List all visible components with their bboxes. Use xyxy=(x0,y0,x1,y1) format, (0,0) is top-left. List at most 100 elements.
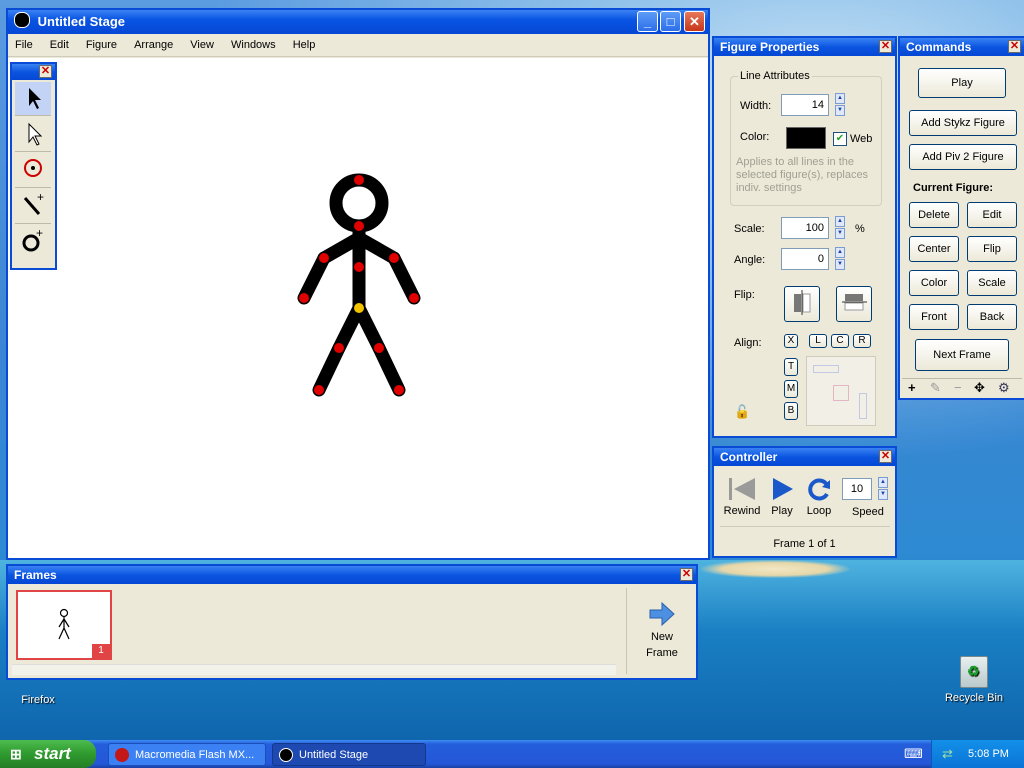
joint-right-hand xyxy=(409,293,419,303)
align-center-button[interactable]: C xyxy=(831,334,849,348)
tool-palette-titlebar[interactable]: ✕ xyxy=(12,64,55,80)
line-color-swatch[interactable] xyxy=(786,127,826,149)
frames-strip: 1 xyxy=(10,586,618,676)
menu-bar: File Edit Figure Arrange View Windows He… xyxy=(8,34,708,57)
recycle-bin-icon: ♻ xyxy=(960,656,988,688)
new-frame-label-2: Frame xyxy=(646,647,678,659)
menu-figure[interactable]: Figure xyxy=(79,39,124,51)
gear-icon[interactable]: ⚙ xyxy=(998,379,1010,397)
color-button[interactable]: Color xyxy=(909,270,959,296)
stick-figure[interactable] xyxy=(8,58,708,558)
align-middle-button[interactable]: M xyxy=(784,380,798,398)
lock-icon[interactable]: 🔓 xyxy=(734,404,750,420)
menu-edit[interactable]: Edit xyxy=(43,39,76,51)
figure-properties-close-button[interactable]: ✕ xyxy=(879,40,892,53)
controller-titlebar[interactable]: Controller ✕ xyxy=(714,448,895,466)
scale-input[interactable]: 100 xyxy=(781,217,829,239)
front-button[interactable]: Front xyxy=(909,304,959,330)
move-icon[interactable]: ✥ xyxy=(974,379,985,397)
rotate-tool[interactable] xyxy=(15,154,51,188)
color-label: Color: xyxy=(740,131,770,143)
angle-input[interactable]: 0 xyxy=(781,248,829,270)
add-icon[interactable]: + xyxy=(908,379,916,397)
back-button[interactable]: Back xyxy=(967,304,1017,330)
scale-stepper[interactable]: ▲ ▼ xyxy=(835,216,845,240)
frame-status: Frame 1 of 1 xyxy=(773,538,836,550)
align-top-button[interactable]: T xyxy=(784,358,798,376)
commands-titlebar[interactable]: Commands ✕ xyxy=(900,38,1024,56)
width-stepper[interactable]: ▲ ▼ xyxy=(835,93,845,117)
angle-stepper[interactable]: ▲ ▼ xyxy=(835,247,845,271)
rewind-button[interactable]: Rewind xyxy=(722,476,762,517)
align-preview xyxy=(806,356,876,426)
menu-help[interactable]: Help xyxy=(286,39,323,51)
frame-thumbnail[interactable]: 1 xyxy=(16,590,112,660)
play-icon xyxy=(773,478,793,500)
align-x-button[interactable]: X xyxy=(784,334,798,348)
taskbar-item-stage[interactable]: Untitled Stage xyxy=(272,743,426,766)
figure-properties-title: Figure Properties xyxy=(720,40,820,54)
desktop-icon-firefox[interactable]: Firefox xyxy=(0,694,78,706)
align-right-button[interactable]: R xyxy=(853,334,871,348)
angle-label: Angle: xyxy=(734,254,766,266)
delete-button[interactable]: Delete xyxy=(909,202,959,228)
joint-left-foot xyxy=(314,385,324,395)
maximize-button[interactable]: □ xyxy=(660,11,681,32)
add-circle-tool[interactable]: + xyxy=(15,226,51,260)
network-icon[interactable]: ⇄ xyxy=(942,740,953,768)
next-frame-button[interactable]: Next Frame xyxy=(915,339,1009,371)
minimize-button[interactable]: _ xyxy=(637,11,658,32)
new-frame-button[interactable]: New Frame xyxy=(626,588,697,674)
frames-titlebar[interactable]: Frames ✕ xyxy=(8,566,696,584)
align-bottom-button[interactable]: B xyxy=(784,402,798,420)
menu-windows[interactable]: Windows xyxy=(224,39,283,51)
edit-button[interactable]: Edit xyxy=(967,202,1017,228)
align-left-button[interactable]: L xyxy=(809,334,827,348)
scale-unit: % xyxy=(855,223,865,235)
rotate-joint-icon xyxy=(24,159,42,177)
menu-arrange[interactable]: Arrange xyxy=(127,39,180,51)
menu-file[interactable]: File xyxy=(8,39,40,51)
minus-icon[interactable]: − xyxy=(954,379,962,397)
desktop-icon-recycle-bin[interactable]: ♻ Recycle Bin xyxy=(934,656,1014,704)
line-attributes-label: Line Attributes xyxy=(738,70,812,82)
web-checkbox[interactable]: ✔ xyxy=(833,132,847,146)
add-piv2-figure-button[interactable]: Add Piv 2 Figure xyxy=(909,144,1017,170)
web-label: Web xyxy=(850,133,873,145)
flip-horizontal-button[interactable] xyxy=(784,286,820,322)
start-button[interactable]: ⊞ start xyxy=(0,740,96,768)
controller-play-button[interactable]: Play xyxy=(766,476,798,517)
select-tool[interactable] xyxy=(15,82,51,116)
width-input[interactable]: 14 xyxy=(781,94,829,116)
speed-stepper[interactable]: ▲ ▼ xyxy=(878,477,888,501)
direct-select-tool[interactable] xyxy=(15,118,51,152)
frames-close-button[interactable]: ✕ xyxy=(680,568,693,581)
commands-close-button[interactable]: ✕ xyxy=(1008,40,1021,53)
flip-label: Flip: xyxy=(734,289,755,301)
add-stykz-figure-button[interactable]: Add Stykz Figure xyxy=(909,110,1017,136)
flip-button[interactable]: Flip xyxy=(967,236,1017,262)
figure-properties-titlebar[interactable]: Figure Properties ✕ xyxy=(714,38,895,56)
center-button[interactable]: Center xyxy=(909,236,959,262)
frames-scrollbar[interactable] xyxy=(12,664,616,675)
pencil-icon[interactable]: ✎ xyxy=(930,379,941,397)
joint-left-hand xyxy=(299,293,309,303)
stage-titlebar[interactable]: Untitled Stage _ □ ✕ xyxy=(8,10,708,34)
controller-close-button[interactable]: ✕ xyxy=(879,450,892,463)
menu-view[interactable]: View xyxy=(183,39,221,51)
joint-right-elbow xyxy=(389,253,399,263)
speed-input[interactable]: 10 xyxy=(842,478,872,500)
flip-vertical-button[interactable] xyxy=(836,286,872,322)
frames-panel: Frames ✕ 1 New Frame xyxy=(6,564,698,680)
tool-palette-close-button[interactable]: ✕ xyxy=(39,65,52,78)
close-button[interactable]: ✕ xyxy=(684,11,705,32)
play-button[interactable]: Play xyxy=(918,68,1006,98)
scale-button[interactable]: Scale xyxy=(967,270,1017,296)
taskbar-item-flash[interactable]: Macromedia Flash MX... xyxy=(108,743,266,766)
keyboard-icon[interactable]: ⌨ xyxy=(904,746,923,762)
stage-window: Untitled Stage _ □ ✕ File Edit Figure Ar… xyxy=(6,8,710,560)
stage-canvas[interactable] xyxy=(8,58,708,558)
add-line-tool[interactable]: + xyxy=(15,190,51,224)
desktop-island xyxy=(700,560,850,578)
loop-button[interactable]: Loop xyxy=(802,476,836,517)
